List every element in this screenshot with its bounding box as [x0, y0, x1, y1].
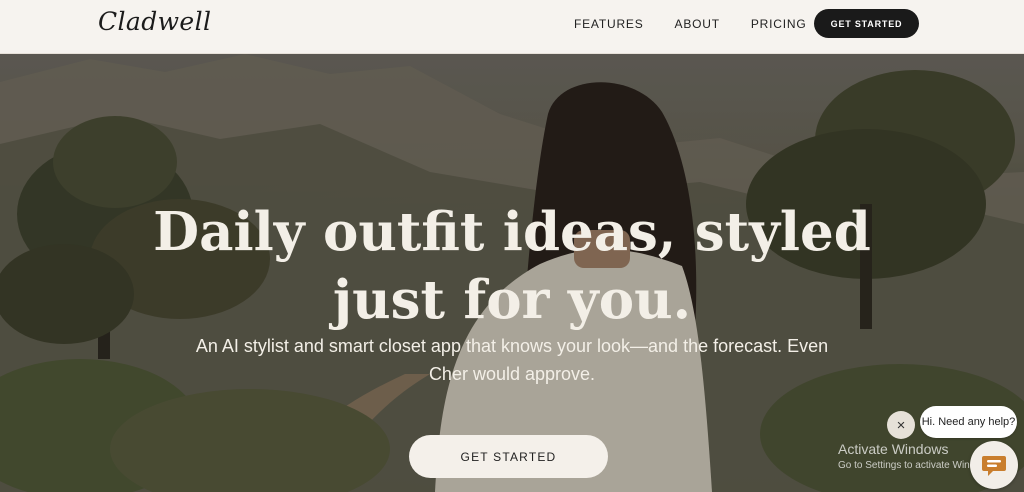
chat-launcher-button[interactable] [970, 441, 1018, 489]
hero-heading-line-2: just for you. [332, 268, 692, 331]
chat-greeting-bubble[interactable]: Hi. Need any help? [920, 406, 1017, 438]
hero-heading: Daily outfit ideas, styled just for you. [0, 198, 1024, 334]
close-icon: × [896, 416, 906, 434]
chat-bubble-icon [982, 456, 1006, 476]
main-nav: FEATURES ABOUT PRICING [574, 17, 806, 31]
nav-features[interactable]: FEATURES [574, 17, 644, 31]
hero-get-started-button[interactable]: GET STARTED [409, 435, 608, 478]
logo[interactable]: Cladwell [98, 7, 211, 36]
hero-subtitle: An AI stylist and smart closet app that … [195, 336, 829, 384]
chat-close-button[interactable]: × [887, 411, 915, 439]
nav-about[interactable]: ABOUT [675, 17, 720, 31]
header-get-started-button[interactable]: GET STARTED [814, 9, 919, 38]
site-header: Cladwell FEATURES ABOUT PRICING GET STAR… [0, 0, 1024, 54]
nav-pricing[interactable]: PRICING [751, 17, 807, 31]
hero-section: Daily outfit ideas, styled just for you.… [0, 54, 1024, 492]
hero-heading-line-1: Daily outfit ideas, styled [153, 200, 871, 263]
